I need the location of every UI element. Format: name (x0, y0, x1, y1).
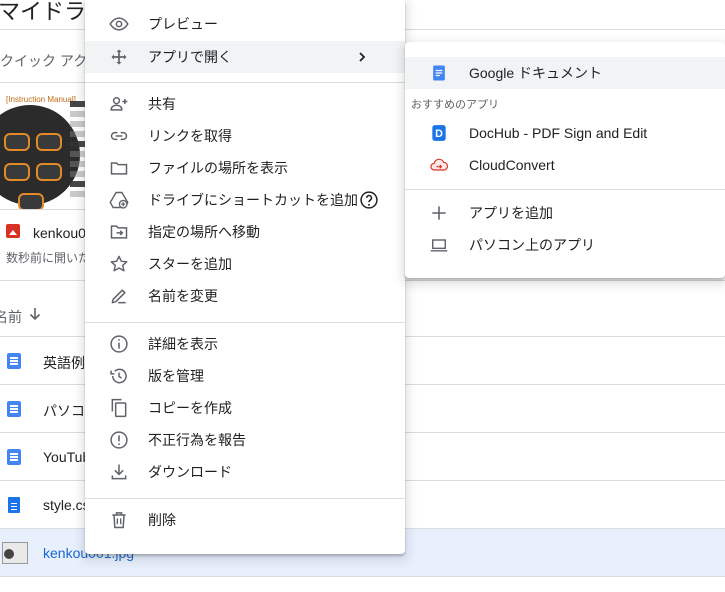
submenu-item-cloudconvert[interactable]: CloudConvert (405, 149, 725, 181)
menu-item-label: 共有 (148, 96, 176, 112)
submenu-item-label: パソコン上のアプリ (469, 237, 595, 253)
name-column-header[interactable]: 名前 (0, 307, 22, 327)
google-docs-icon (7, 353, 21, 369)
menu-item-label: アプリで開く (148, 49, 232, 65)
menu-item-download[interactable]: ダウンロード (85, 456, 405, 488)
menu-item-rename[interactable]: 名前を変更 (85, 280, 405, 312)
menu-item-label: プレビュー (148, 16, 218, 32)
chevron-right-icon (359, 52, 366, 62)
suggested-apps-heading: おすすめのアプリ (411, 99, 499, 111)
move-to-folder-icon (110, 225, 128, 239)
drive-shortcut-icon (109, 191, 129, 209)
help-icon[interactable] (359, 190, 379, 210)
menu-item-label: 削除 (148, 512, 176, 528)
menu-item-get-link[interactable]: リンクを取得 (85, 120, 405, 152)
menu-item-make-copy[interactable]: コピーを作成 (85, 392, 405, 424)
menu-item-details[interactable]: 詳細を表示 (85, 328, 405, 360)
google-docs-icon (433, 65, 445, 81)
submenu-item-computer-apps[interactable]: パソコン上のアプリ (405, 229, 725, 261)
menu-item-preview[interactable]: プレビュー (85, 8, 405, 40)
file-name: style.cs (43, 497, 90, 513)
image-thumbnail (2, 542, 28, 564)
dochub-icon: D (432, 125, 446, 141)
submenu-item-label: CloudConvert (469, 157, 555, 173)
card-thumbnail-header: [Instruction Manual] (6, 95, 76, 104)
menu-item-report-abuse[interactable]: 不正行為を報告 (85, 424, 405, 456)
menu-item-label: ドライブにショートカットを追加 (148, 192, 358, 208)
card-thumbnail-pad (18, 193, 44, 209)
laptop-icon (430, 239, 448, 252)
menu-item-label: コピーを作成 (148, 400, 232, 416)
info-icon (110, 335, 128, 353)
history-icon (110, 368, 127, 384)
pencil-icon (111, 289, 126, 304)
menu-item-add-shortcut[interactable]: ドライブにショートカットを追加 (85, 184, 405, 216)
trash-icon (112, 512, 126, 529)
sort-arrow-down-icon[interactable] (28, 306, 42, 322)
submenu-separator (405, 189, 725, 190)
menu-item-label: 不正行為を報告 (148, 432, 246, 448)
menu-item-label: リンクを取得 (148, 128, 232, 144)
folder-icon (110, 162, 128, 175)
card-thumbnail-pad (36, 133, 62, 151)
menu-item-label: ファイルの場所を表示 (148, 160, 288, 176)
menu-item-manage-versions[interactable]: 版を管理 (85, 360, 405, 392)
menu-item-label: 詳細を表示 (148, 336, 218, 352)
copy-icon (111, 398, 127, 418)
menu-item-open-with[interactable]: アプリで開く (85, 41, 405, 73)
report-icon (110, 431, 128, 449)
menu-item-show-location[interactable]: ファイルの場所を表示 (85, 152, 405, 184)
cloudconvert-icon (430, 158, 449, 171)
svg-text:D: D (435, 128, 443, 140)
file-icon (8, 497, 20, 513)
plus-icon (432, 206, 446, 220)
submenu-item-label: DocHub - PDF Sign and Edit (469, 125, 648, 141)
card-thumbnail-pad (4, 133, 30, 151)
menu-item-label: 指定の場所へ移動 (148, 224, 260, 240)
card-thumbnail-pad (4, 163, 30, 181)
star-icon (110, 255, 128, 272)
submenu-item-dochub[interactable]: D DocHub - PDF Sign and Edit (405, 117, 725, 149)
submenu-item-google-docs[interactable]: Google ドキュメント (405, 57, 725, 89)
menu-item-share[interactable]: 共有 (85, 88, 405, 120)
submenu-item-label: アプリを追加 (469, 205, 553, 221)
submenu-item-label: Google ドキュメント (469, 65, 603, 81)
file-name: YouTub (43, 449, 91, 465)
google-docs-icon (7, 401, 21, 417)
google-docs-icon (7, 449, 21, 465)
person-add-icon (110, 97, 128, 111)
menu-item-label: ダウンロード (148, 464, 232, 480)
quick-card-subtitle: 数秒前に開いた (6, 251, 91, 265)
menu-item-add-star[interactable]: スターを追加 (85, 248, 405, 280)
open-with-submenu: Google ドキュメント おすすめのアプリ D DocHub - PDF Si… (405, 42, 725, 278)
eye-icon (109, 17, 129, 31)
menu-separator (85, 498, 405, 499)
card-thumbnail-image (0, 105, 80, 205)
card-thumbnail-pad (36, 163, 62, 181)
submenu-item-add-app[interactable]: アプリを追加 (405, 197, 725, 229)
link-icon (110, 131, 128, 141)
menu-item-move-to[interactable]: 指定の場所へ移動 (85, 216, 405, 248)
menu-item-label: 版を管理 (148, 368, 204, 384)
move-arrows-icon (111, 49, 127, 65)
menu-item-label: 名前を変更 (148, 288, 218, 304)
image-file-icon (6, 224, 20, 238)
menu-item-delete[interactable]: 削除 (85, 504, 405, 536)
quick-access-card[interactable]: [Instruction Manual] (0, 82, 90, 210)
menu-separator (85, 82, 405, 83)
download-icon (111, 464, 127, 480)
menu-separator (85, 322, 405, 323)
context-menu: プレビュー アプリで開く 共有 リンクを取得 ファイルの場所を表示 ドライブにシ… (85, 0, 405, 554)
menu-item-label: スターを追加 (148, 256, 232, 272)
